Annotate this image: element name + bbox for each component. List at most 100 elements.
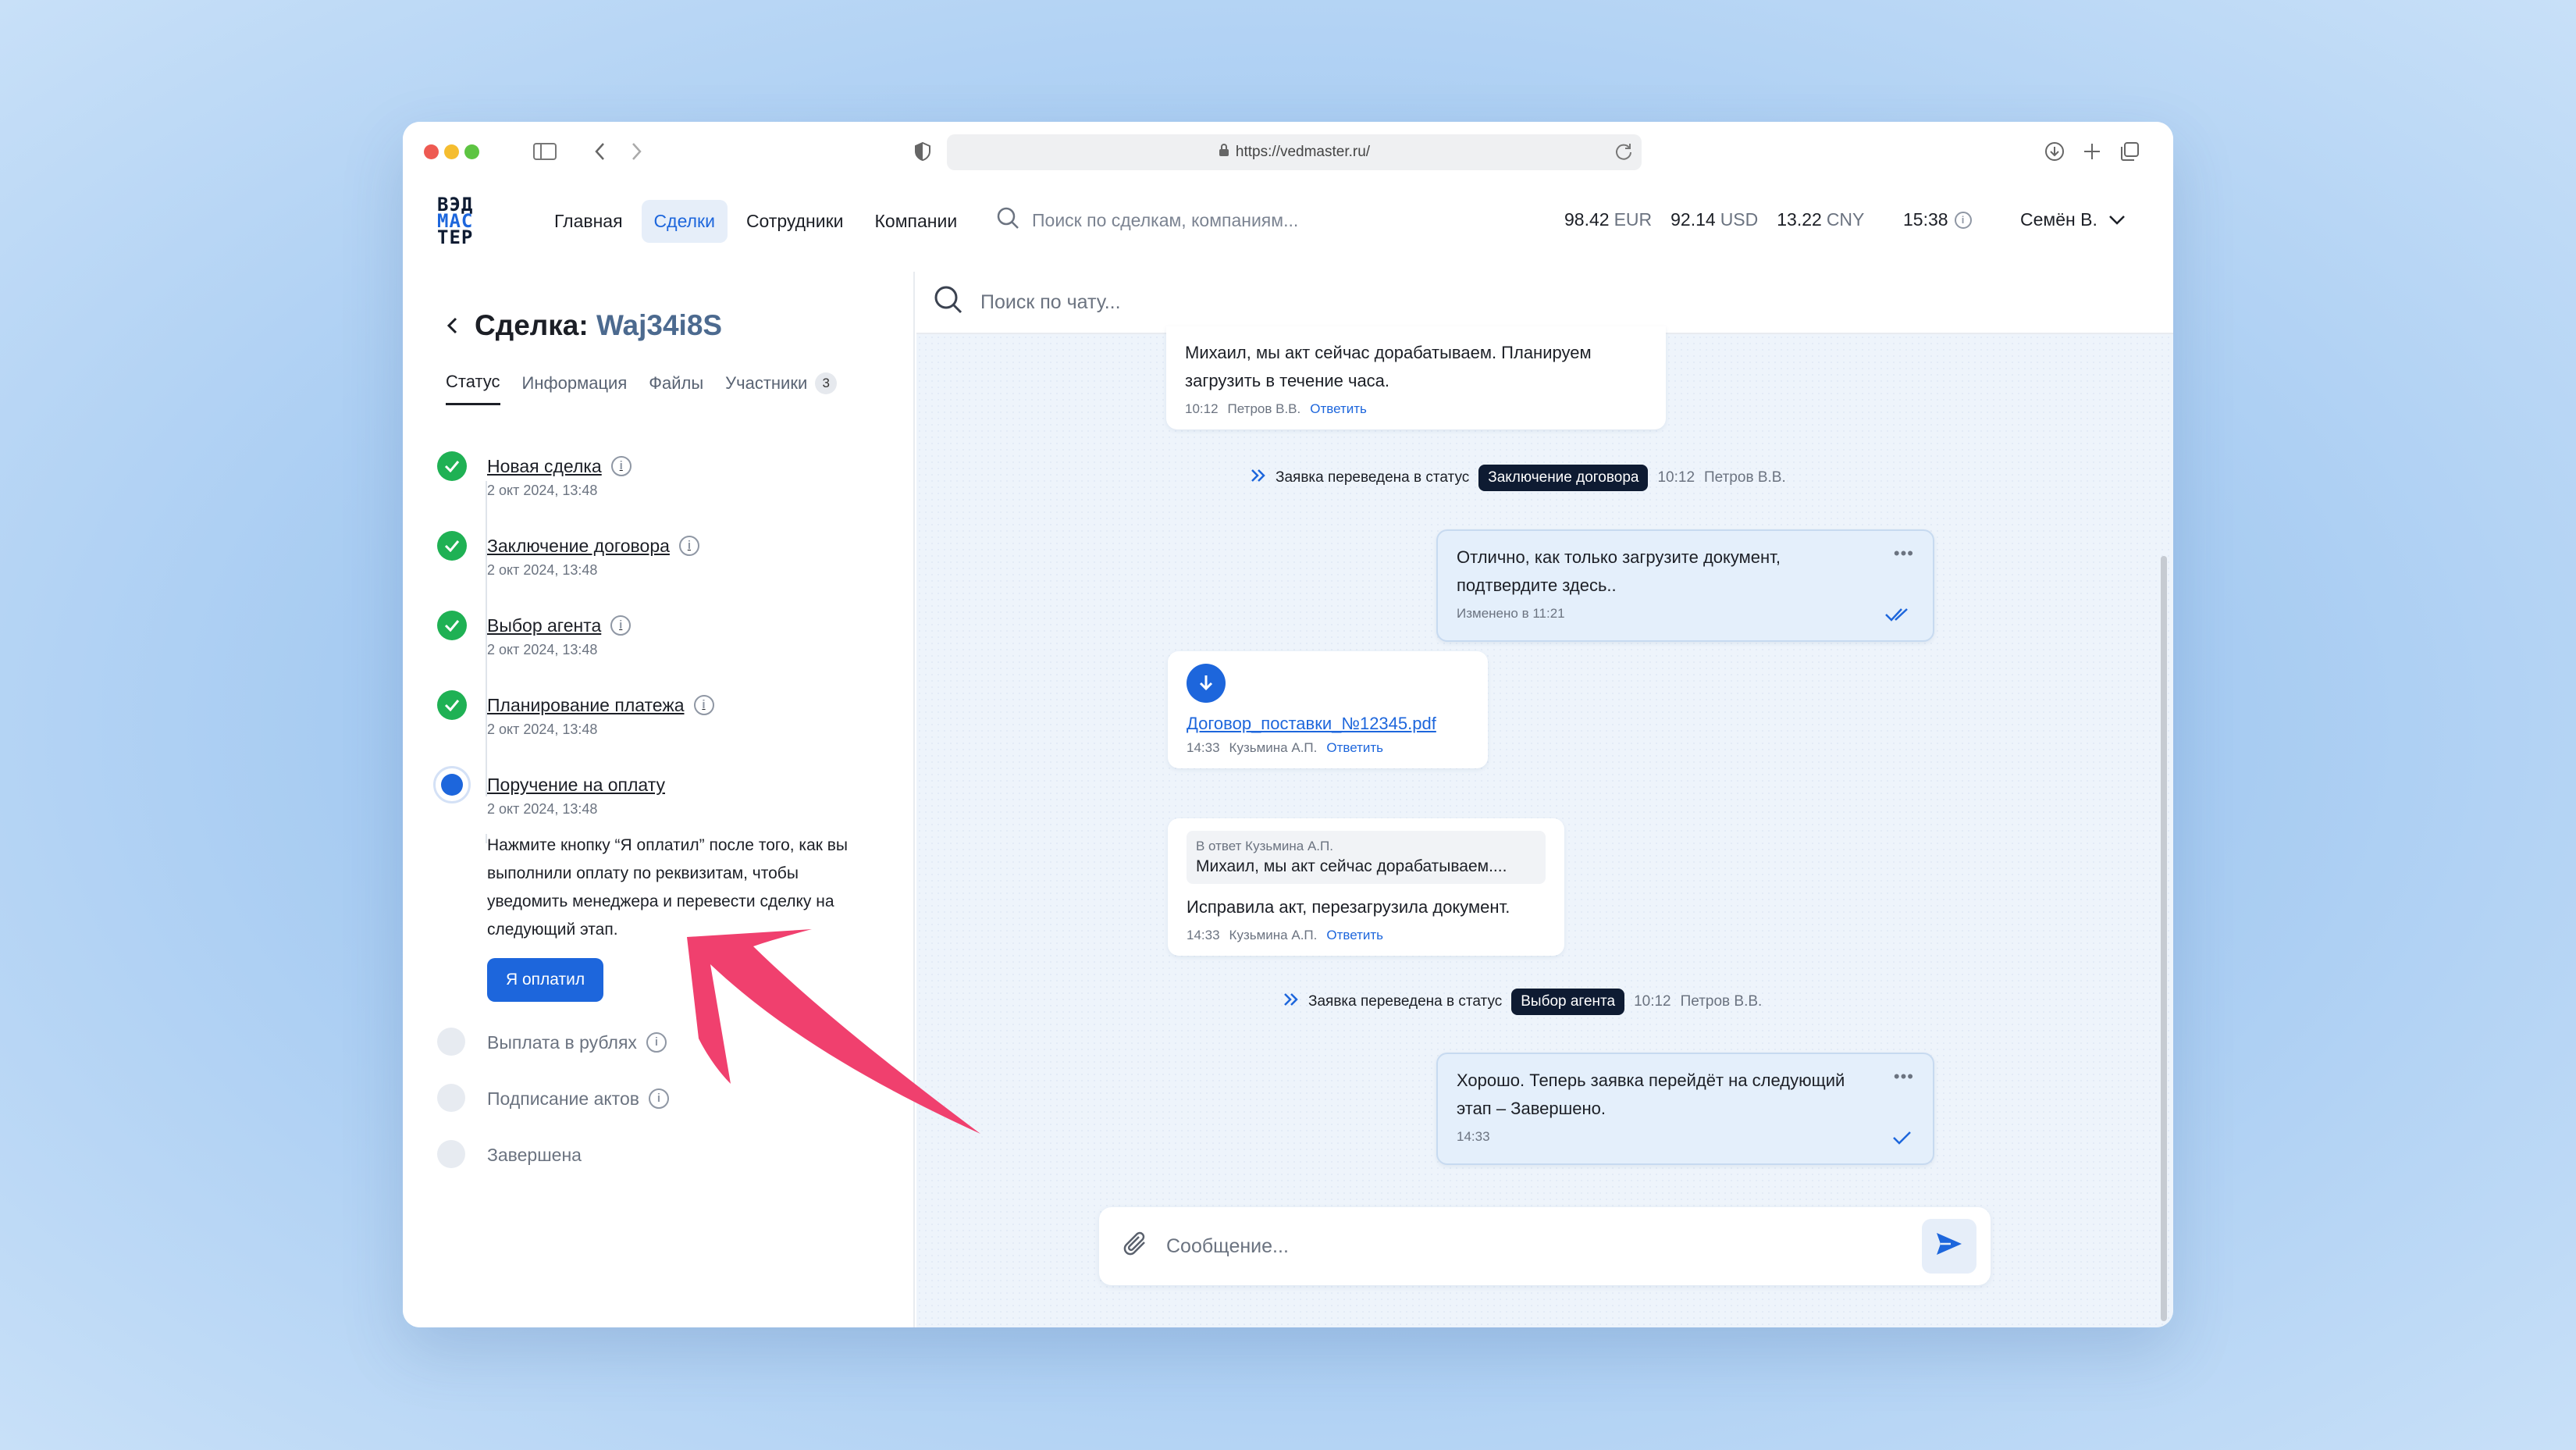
status-chip: Выбор агента <box>1511 989 1625 1015</box>
chat-search-placeholder: Поиск по чату... <box>980 290 1121 313</box>
info-icon[interactable]: i <box>1954 211 1972 229</box>
file-link[interactable]: Договор_поставки_№12345.pdf <box>1187 714 1469 734</box>
rate-cny: 13.22 CNY <box>1777 209 1865 230</box>
info-icon[interactable]: i <box>678 536 699 556</box>
deal-title-prefix: Сделка: <box>475 309 589 341</box>
search-icon <box>934 285 963 320</box>
tabs-overview-icon[interactable] <box>2115 137 2144 166</box>
status-change-notice: Заявка переведена в статус Выбор агента … <box>1283 989 1762 1015</box>
deal-panel: Сделка: Waj34i8S Статус Информация Файлы… <box>403 272 915 1327</box>
step-date: 2 окт 2024, 13:48 <box>487 801 598 817</box>
sidebar-toggle-icon[interactable] <box>531 137 559 166</box>
tab-status[interactable]: Статус <box>446 372 500 405</box>
main-nav: Главная Сделки Сотрудники Компании <box>542 200 970 243</box>
step-date: 2 окт 2024, 13:48 <box>487 721 598 737</box>
step-agent: Выбор агента i 2 окт 2024, 13:48 <box>437 611 632 658</box>
minimize-window-button[interactable] <box>444 144 459 159</box>
reply-link[interactable]: Ответить <box>1326 928 1383 943</box>
rate-eur: 98.42 EUR <box>1564 209 1653 230</box>
info-icon[interactable]: i <box>693 695 714 715</box>
address-bar[interactable]: https://vedmaster.ru/ <box>947 134 1642 170</box>
step-name: Выбор агента <box>487 615 602 636</box>
shield-icon[interactable] <box>909 137 937 166</box>
user-menu[interactable]: Семён В. <box>2020 209 2126 230</box>
info-icon[interactable]: i <box>646 1032 667 1053</box>
step-date: 2 окт 2024, 13:48 <box>487 642 598 657</box>
message-text: Михаил, мы акт сейчас дорабатываем. План… <box>1185 343 1592 390</box>
pending-step-indicator <box>437 1140 465 1168</box>
download-icon[interactable] <box>1187 664 1226 703</box>
forward-icon[interactable] <box>623 137 651 166</box>
maximize-window-button[interactable] <box>464 144 479 159</box>
send-button[interactable] <box>1922 1219 1976 1274</box>
quoted-message[interactable]: В ответ Кузьмина А.П. Михаил, мы акт сей… <box>1187 831 1546 884</box>
participants-count-badge: 3 <box>815 372 838 394</box>
logo[interactable]: ВЭД МАС ТЕР <box>437 195 507 250</box>
chevron-down-icon <box>2108 209 2126 230</box>
step-payment-order: Поручение на оплату 2 окт 2024, 13:48 На… <box>433 766 870 1002</box>
chat-message-outgoing: ••• Отлично, как только загрузите докуме… <box>1436 529 1934 642</box>
current-step-indicator <box>433 766 471 803</box>
message-composer: Сообщение... <box>1099 1207 1991 1285</box>
step-ruble-payout: Выплата в рублях i <box>437 1028 667 1057</box>
deal-title: Сделка: Waj34i8S <box>447 309 722 342</box>
step-new-deal: Новая сделка i 2 окт 2024, 13:48 <box>437 451 632 499</box>
downloads-icon[interactable] <box>2041 137 2069 166</box>
nav-home[interactable]: Главная <box>542 200 635 243</box>
step-name: Завершена <box>487 1145 582 1165</box>
chat-scrollbar[interactable] <box>2161 556 2167 1321</box>
tab-files[interactable]: Файлы <box>649 372 703 405</box>
check-icon <box>1892 1130 1912 1149</box>
i-paid-button[interactable]: Я оплатил <box>487 958 604 1002</box>
message-time: 14:33 <box>1457 1129 1490 1144</box>
paperclip-icon[interactable] <box>1123 1229 1149 1264</box>
global-search-input[interactable]: Поиск по сделкам, компаниям... <box>996 206 1298 234</box>
message-time: 14:33 <box>1187 928 1220 942</box>
user-name: Семён В. <box>2020 209 2097 230</box>
check-icon <box>437 451 467 481</box>
check-icon <box>437 531 467 561</box>
reply-link[interactable]: Ответить <box>1326 740 1383 756</box>
step-completed: Завершена <box>437 1140 582 1170</box>
step-name: Планирование платежа <box>487 695 685 715</box>
step-name: Подписание актов <box>487 1088 639 1109</box>
chat-message-outgoing: ••• Хорошо. Теперь заявка перейдёт на сл… <box>1436 1053 1934 1165</box>
step-name: Выплата в рублях <box>487 1032 637 1053</box>
back-icon[interactable] <box>585 137 614 166</box>
step-name: Поручение на оплату <box>487 775 665 795</box>
step-acts-signing: Подписание актов i <box>437 1084 669 1113</box>
message-author: Петров В.В. <box>1227 401 1301 416</box>
step-payment-planning: Планирование платежа i 2 окт 2024, 13:48 <box>437 690 714 738</box>
deal-id: Waj34i8S <box>596 309 723 341</box>
back-arrow-icon[interactable] <box>447 309 457 342</box>
browser-window: https://vedmaster.ru/ ВЭД МАС ТЕР Главна… <box>403 122 2173 1327</box>
clock-time: 15:38 <box>1903 209 1948 230</box>
send-icon <box>1935 1231 1963 1262</box>
status-chip: Заключение договора <box>1478 465 1649 491</box>
info-icon[interactable]: i <box>610 456 632 476</box>
check-icon <box>437 690 467 720</box>
info-icon[interactable]: i <box>648 1088 669 1109</box>
nav-employees[interactable]: Сотрудники <box>734 200 856 243</box>
step-description: Нажмите кнопку “Я оплатил” после того, к… <box>487 836 849 939</box>
nav-deals[interactable]: Сделки <box>641 200 728 243</box>
nav-companies[interactable]: Компании <box>863 200 970 243</box>
message-author: Кузьмина А.П. <box>1229 740 1318 755</box>
app-header: ВЭД МАС ТЕР Главная Сделки Сотрудники Ко… <box>403 178 2173 272</box>
info-icon[interactable]: i <box>610 615 632 636</box>
tab-info[interactable]: Информация <box>522 372 628 405</box>
pending-step-indicator <box>437 1084 465 1112</box>
lock-icon <box>1219 143 1229 162</box>
new-tab-icon[interactable] <box>2078 137 2106 166</box>
chat-search-input[interactable]: Поиск по чату... <box>916 272 2173 334</box>
tab-participants[interactable]: Участники 3 <box>725 372 838 405</box>
pending-step-indicator <box>437 1028 465 1056</box>
search-icon <box>996 206 1019 234</box>
more-icon[interactable]: ••• <box>1894 543 1914 564</box>
message-input[interactable]: Сообщение... <box>1166 1235 1289 1258</box>
reply-link[interactable]: Ответить <box>1310 401 1367 417</box>
message-time: 14:33 <box>1187 740 1220 755</box>
more-icon[interactable]: ••• <box>1894 1067 1914 1087</box>
close-window-button[interactable] <box>424 144 439 159</box>
reload-icon[interactable] <box>1614 141 1634 166</box>
